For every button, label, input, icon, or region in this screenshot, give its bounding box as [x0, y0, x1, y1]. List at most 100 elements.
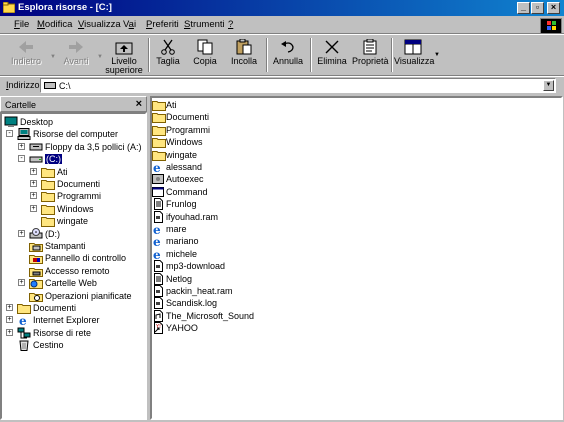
- ie-file-icon: e: [152, 161, 164, 173]
- views-button[interactable]: Visualizza: [394, 36, 435, 74]
- forward-button[interactable]: Avanti: [56, 36, 96, 74]
- address-value: C:\: [59, 81, 71, 91]
- file-name: Netlog: [166, 273, 193, 284]
- ie-file-icon: e: [152, 248, 164, 260]
- svg-text:e: e: [19, 314, 27, 326]
- delete-label: Elimina: [317, 56, 347, 66]
- svg-text:Y!: Y!: [155, 324, 161, 330]
- address-bar: Indirizzo C:\ ▼: [0, 76, 564, 94]
- expand-icon[interactable]: +: [30, 180, 37, 187]
- tree-node-label: Risorse di rete: [33, 327, 92, 338]
- address-input[interactable]: C:\ ▼: [40, 78, 556, 93]
- expand-icon[interactable]: +: [6, 304, 13, 311]
- menu-file[interactable]: File: [14, 19, 29, 30]
- folder-icon: [152, 136, 166, 149]
- tree-node-label: Ati: [57, 166, 68, 177]
- scissors-icon: [159, 39, 177, 55]
- tree-node-label: Internet Explorer: [33, 315, 100, 326]
- expand-icon[interactable]: +: [30, 204, 37, 212]
- expand-icon[interactable]: +: [18, 142, 25, 150]
- file-name: mp3-download: [166, 261, 226, 272]
- tree-node-label: Risorse del computer: [33, 129, 119, 140]
- expand-icon[interactable]: +: [6, 328, 13, 336]
- expand-icon[interactable]: +: [18, 279, 25, 287]
- tree-node-label: Floppy da 3,5 pollici (A:): [45, 141, 142, 152]
- folder-tree: Desktop Risorse del computer - Floppy da 3,…: [0, 112, 147, 420]
- menu-modifica[interactable]: Modifica: [37, 19, 72, 30]
- cut-button[interactable]: Taglia: [152, 36, 184, 74]
- control-panel-icon: [29, 252, 43, 265]
- windows-logo-icon: [540, 18, 562, 34]
- title-bar[interactable]: Esplora risorse - [C:] _ ▫ ×: [0, 0, 564, 16]
- ie-file-icon: e: [152, 223, 164, 235]
- tree-node-label: Desktop: [20, 117, 54, 127]
- menu-modifica-label: odifica: [44, 19, 73, 30]
- close-icon: ×: [550, 2, 557, 12]
- svg-text:e: e: [153, 235, 161, 247]
- shortcut-file-icon: Y!: [152, 322, 164, 335]
- expand-icon[interactable]: +: [18, 229, 25, 237]
- toolbar-separator: [391, 38, 393, 72]
- restore-button[interactable]: ▫: [531, 2, 544, 14]
- close-pane-icon[interactable]: ×: [136, 98, 142, 110]
- up-folder-icon: [115, 39, 133, 55]
- menu-strumenti[interactable]: Strumenti: [184, 19, 225, 30]
- forward-label: Avanti: [63, 56, 89, 66]
- minimize-button[interactable]: _: [517, 2, 530, 14]
- tree-node-label: Accesso remoto: [45, 265, 110, 276]
- views-label: Visualizza: [394, 56, 435, 66]
- expand-icon[interactable]: +: [30, 167, 37, 175]
- menu-visualizza[interactable]: Visualizza: [78, 19, 121, 30]
- folder-icon: [41, 166, 55, 178]
- undo-button[interactable]: Annulla: [270, 36, 306, 74]
- forward-arrow-icon: [67, 39, 85, 55]
- tree-node-label: Programmi: [57, 191, 102, 202]
- delete-button[interactable]: Elimina: [314, 36, 350, 74]
- collapse-icon[interactable]: -: [6, 130, 13, 138]
- file-name: michele: [166, 248, 198, 259]
- back-button[interactable]: Indietro: [4, 36, 48, 74]
- expand-icon[interactable]: +: [30, 192, 37, 200]
- properties-button[interactable]: Proprietà: [352, 36, 389, 74]
- file-name: Command: [166, 186, 208, 197]
- address-dropdown-button[interactable]: ▼: [543, 80, 554, 91]
- menu-help[interactable]: ?: [228, 19, 233, 30]
- svg-text:e: e: [153, 223, 161, 235]
- hard-drive-icon: [44, 82, 56, 89]
- file-name: Scandisk.log: [166, 298, 218, 309]
- desktop-icon: [4, 116, 18, 128]
- menu-preferiti[interactable]: Preferiti: [146, 19, 179, 30]
- tree-node-label: Documenti: [57, 179, 101, 189]
- file-name: Programmi: [166, 124, 211, 135]
- address-label-text: ndirizzo: [8, 80, 40, 90]
- close-button[interactable]: ×: [547, 2, 560, 14]
- text-file-icon: [152, 272, 164, 285]
- folders-pane: Cartelle × Desktop Risorse del computer - F…: [0, 96, 147, 420]
- file-list: Ati Documenti Programmi Windows wingate e ales…: [150, 96, 563, 420]
- tree-node-label: Pannello di controllo: [45, 253, 127, 264]
- explorer-app-icon[interactable]: [3, 2, 15, 13]
- printers-icon: [29, 240, 43, 252]
- views-dropdown-icon[interactable]: ▼: [434, 52, 440, 58]
- paste-button[interactable]: Incolla: [226, 36, 262, 74]
- toolbar-separator: [266, 38, 268, 72]
- expand-icon[interactable]: +: [6, 316, 13, 324]
- address-label: Indirizzo: [6, 80, 40, 90]
- file-name: packin_heat.ram: [166, 286, 233, 296]
- collapse-icon[interactable]: -: [18, 155, 25, 163]
- floppy-icon: [29, 141, 43, 153]
- file-name: mariano: [166, 236, 199, 247]
- tree-node-label: Cestino: [33, 340, 64, 351]
- svg-text:e: e: [153, 161, 161, 173]
- batch-file-icon: [152, 173, 164, 185]
- dialup-icon: [29, 265, 43, 277]
- forward-dropdown-icon[interactable]: ▼: [97, 54, 103, 60]
- copy-button[interactable]: Copia: [188, 36, 222, 74]
- menu-vai[interactable]: Vai: [123, 19, 136, 30]
- computer-icon: [17, 128, 31, 141]
- msdos-program-icon: [152, 186, 164, 198]
- file-name: Windows: [166, 137, 203, 148]
- cut-label: Taglia: [156, 56, 180, 66]
- ie-icon: e: [17, 314, 31, 326]
- up-level-button[interactable]: Livello superiore: [104, 36, 144, 75]
